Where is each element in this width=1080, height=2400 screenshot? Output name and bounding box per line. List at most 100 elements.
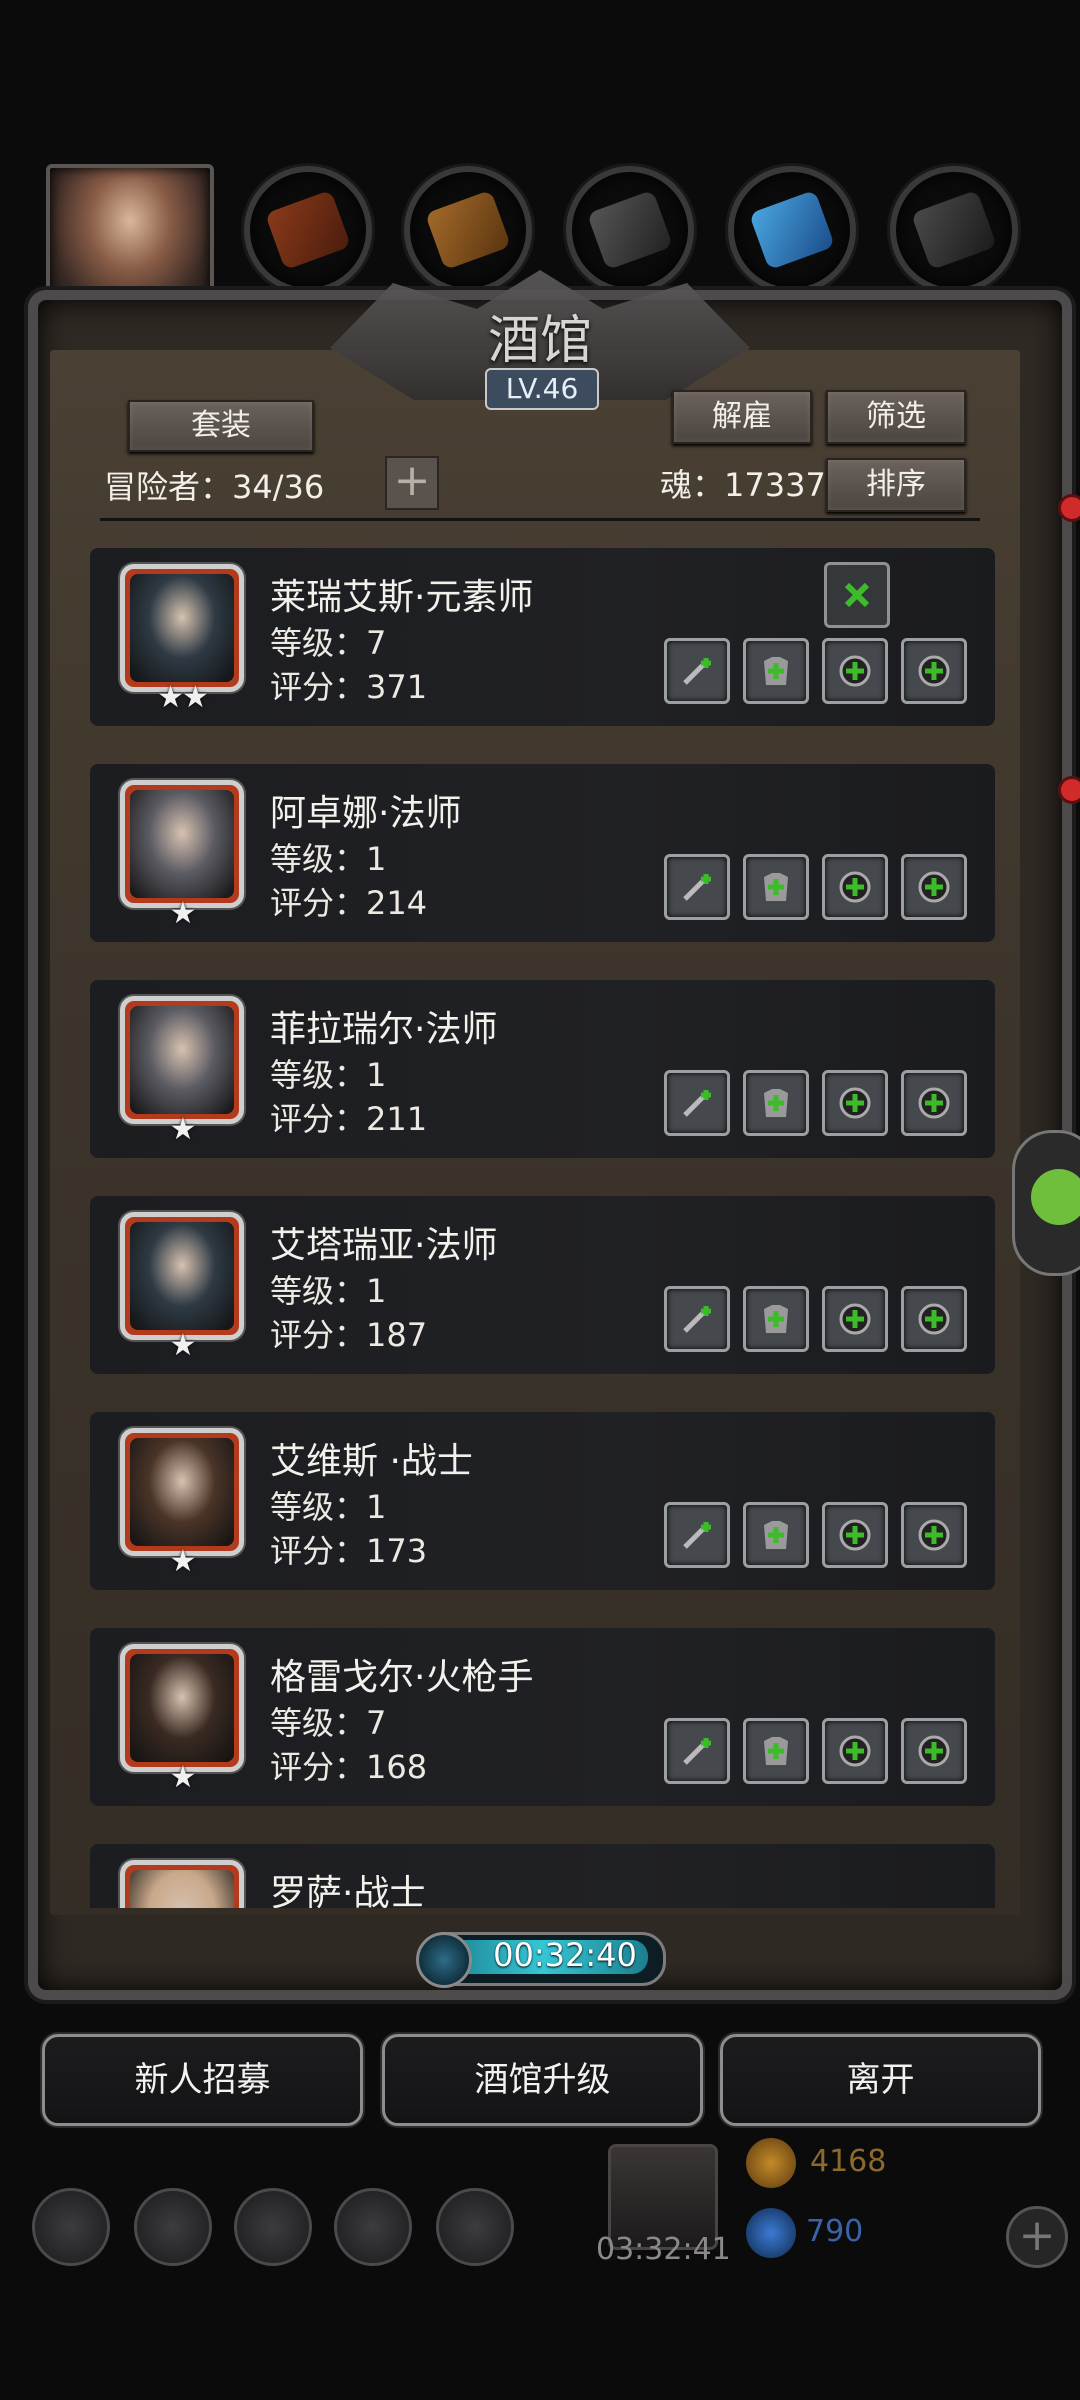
- equip-slot-armor[interactable]: [743, 1502, 809, 1568]
- amulet-add-icon: [914, 651, 954, 691]
- sort-button[interactable]: 排序: [826, 458, 966, 512]
- hero-portrait: [130, 1438, 234, 1546]
- hero-row[interactable]: ★ 格雷戈尔·火枪手 等级：7 评分：168: [90, 1628, 995, 1806]
- equip-slot-sword[interactable]: [664, 1502, 730, 1568]
- hero-level: 等级：1: [270, 1056, 387, 1094]
- hero-row[interactable]: 罗萨·战士: [90, 1844, 995, 1908]
- hero-list[interactable]: ★★ 莱瑞艾斯·元素师 等级：7 评分：371 ★ 阿卓娜·法师 等级：1 评分：214 ★ 菲拉…: [90, 548, 995, 1908]
- hero-row[interactable]: ★ 阿卓娜·法师 等级：1 评分：214: [90, 764, 995, 942]
- hero-row[interactable]: ★★ 莱瑞艾斯·元素师 等级：7 评分：371: [90, 548, 995, 726]
- hero-name: 菲拉瑞尔·法师: [270, 1009, 498, 1050]
- gold-icon: [746, 2138, 796, 2188]
- leave-button[interactable]: 离开: [720, 2034, 1041, 2126]
- armor-add-icon: [756, 1299, 796, 1339]
- hero-row[interactable]: ★ 艾塔瑞亚·法师 等级：1 评分：187: [90, 1196, 995, 1374]
- ring-add-icon: [835, 1299, 875, 1339]
- crystal-resource-orb[interactable]: [728, 166, 856, 294]
- map-icon[interactable]: [436, 2188, 514, 2266]
- hero-star-rating: ★★: [157, 680, 209, 715]
- equip-slot-ring[interactable]: [822, 854, 888, 920]
- recruit-button[interactable]: 新人招募: [42, 2034, 363, 2126]
- sword-add-icon: [677, 1083, 717, 1123]
- amulet-add-icon: [914, 1515, 954, 1555]
- hero-dismiss-button[interactable]: [824, 562, 890, 628]
- settings-icon[interactable]: [32, 2188, 110, 2266]
- set-button[interactable]: 套装: [128, 400, 314, 452]
- sword-add-icon: [677, 1299, 717, 1339]
- upgrade-tavern-button[interactable]: 酒馆升级: [382, 2034, 703, 2126]
- equip-slot-amulet[interactable]: [901, 854, 967, 920]
- hero-avatar[interactable]: [120, 1428, 244, 1556]
- hero-row[interactable]: ★ 菲拉瑞尔·法师 等级：1 评分：211: [90, 980, 995, 1158]
- gift-timer: 03:32:41: [596, 2232, 731, 2267]
- equip-slot-ring[interactable]: [822, 1718, 888, 1784]
- expand-capacity-button[interactable]: +: [385, 456, 439, 510]
- soul-count: 魂：17337: [660, 466, 826, 504]
- equip-slot-amulet[interactable]: [901, 638, 967, 704]
- ring-add-icon: [835, 1515, 875, 1555]
- wood-resource-orb[interactable]: [404, 166, 532, 294]
- notification-dot: [1058, 776, 1080, 804]
- stone-resource-orb[interactable]: [566, 166, 694, 294]
- hero-portrait: [130, 1222, 234, 1330]
- chat-icon: [1031, 1169, 1080, 1225]
- amulet-add-icon: [914, 1083, 954, 1123]
- hero-avatar[interactable]: [120, 996, 244, 1124]
- equip-slot-sword[interactable]: [664, 1718, 730, 1784]
- hero-portrait: [130, 1870, 234, 1908]
- header-divider: [100, 518, 980, 521]
- equip-slot-armor[interactable]: [743, 1070, 809, 1136]
- equip-slot-amulet[interactable]: [901, 1286, 967, 1352]
- armor-add-icon: [756, 1083, 796, 1123]
- ring-add-icon: [835, 1731, 875, 1771]
- hero-name: 艾维斯 ·战士: [270, 1441, 473, 1482]
- tavern-level-badge: LV.46: [485, 368, 599, 410]
- hero-star-rating: ★: [169, 1760, 197, 1795]
- dismiss-button[interactable]: 解雇: [672, 390, 812, 444]
- mail-icon[interactable]: [334, 2188, 412, 2266]
- codex-icon[interactable]: [234, 2188, 312, 2266]
- leather-resource-orb[interactable]: [244, 166, 372, 294]
- add-currency-button[interactable]: +: [1006, 2206, 1068, 2268]
- equip-slot-sword[interactable]: [664, 1070, 730, 1136]
- hero-portrait: [130, 790, 234, 898]
- equip-slot-armor[interactable]: [743, 854, 809, 920]
- hero-star-rating: ★: [169, 1112, 197, 1147]
- hero-row[interactable]: ★ 艾维斯 ·战士 等级：1 评分：173: [90, 1412, 995, 1590]
- equip-slot-amulet[interactable]: [901, 1070, 967, 1136]
- gem-amount: 790: [806, 2214, 864, 2249]
- iron-resource-orb[interactable]: [890, 166, 1018, 294]
- equip-slot-armor[interactable]: [743, 1718, 809, 1784]
- equip-slot-sword[interactable]: [664, 854, 730, 920]
- ring-add-icon: [835, 651, 875, 691]
- equip-slot-amulet[interactable]: [901, 1718, 967, 1784]
- hero-star-rating: ★: [169, 1544, 197, 1579]
- hero-portrait: [130, 1654, 234, 1762]
- chat-bubble-button[interactable]: [1012, 1130, 1080, 1276]
- hero-avatar[interactable]: [120, 1212, 244, 1340]
- achievement-icon[interactable]: [134, 2188, 212, 2266]
- equip-slot-ring[interactable]: [822, 1070, 888, 1136]
- ring-add-icon: [835, 867, 875, 907]
- equip-slot-amulet[interactable]: [901, 1502, 967, 1568]
- hero-avatar[interactable]: [120, 1860, 244, 1908]
- adventurer-count: 冒险者：34/36: [104, 468, 325, 506]
- equip-slot-armor[interactable]: [743, 638, 809, 704]
- gem-icon: [746, 2208, 796, 2258]
- hero-level: 等级：1: [270, 1488, 387, 1526]
- equip-slot-ring[interactable]: [822, 638, 888, 704]
- hero-avatar[interactable]: [120, 564, 244, 692]
- ring-add-icon: [835, 1083, 875, 1123]
- filter-button[interactable]: 筛选: [826, 390, 966, 444]
- hero-avatar[interactable]: [120, 1644, 244, 1772]
- equip-slot-ring[interactable]: [822, 1502, 888, 1568]
- equip-slot-sword[interactable]: [664, 1286, 730, 1352]
- hero-avatar[interactable]: [120, 780, 244, 908]
- hero-score: 评分：168: [270, 1748, 428, 1786]
- hero-portrait: [130, 574, 234, 682]
- equip-slot-sword[interactable]: [664, 638, 730, 704]
- equip-slot-ring[interactable]: [822, 1286, 888, 1352]
- notification-dot: [1058, 494, 1080, 522]
- equip-slot-armor[interactable]: [743, 1286, 809, 1352]
- hero-level: 等级：7: [270, 624, 387, 662]
